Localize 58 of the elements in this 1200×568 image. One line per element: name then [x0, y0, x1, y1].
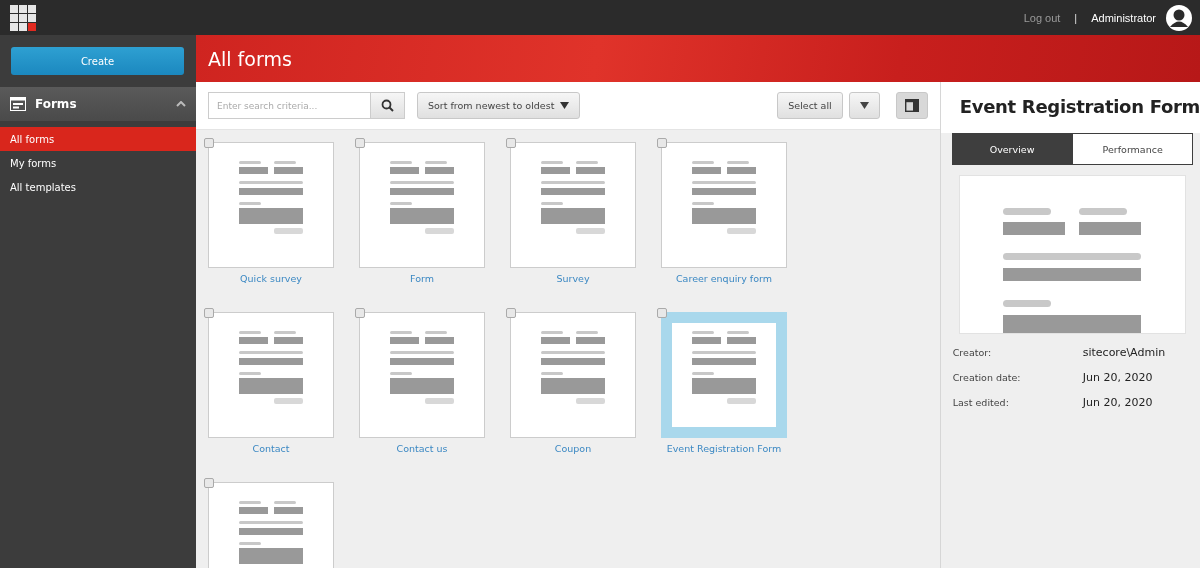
form-name-link[interactable]: Quick survey: [240, 273, 302, 284]
select-all-button[interactable]: Select all: [777, 92, 843, 119]
form-card[interactable]: [359, 142, 485, 268]
checkbox[interactable]: [657, 138, 667, 148]
search-icon: [381, 99, 394, 112]
search-field[interactable]: Enter search criteria...: [208, 92, 370, 119]
checkbox[interactable]: [355, 308, 365, 318]
form-card[interactable]: [208, 142, 334, 268]
checkbox[interactable]: [355, 138, 365, 148]
form-name-link[interactable]: Coupon: [554, 443, 592, 454]
sidebar-item[interactable]: My forms: [0, 151, 196, 175]
checkbox[interactable]: [204, 308, 214, 318]
form-card[interactable]: [208, 312, 334, 438]
checkbox[interactable]: [204, 478, 214, 488]
tab[interactable]: Performance: [1072, 133, 1193, 165]
form-card[interactable]: [661, 312, 787, 438]
search-button[interactable]: [370, 92, 405, 119]
field-label: Creator:: [952, 347, 993, 358]
checkbox[interactable]: [657, 308, 667, 318]
form-card[interactable]: [510, 142, 636, 268]
field-label: Last edited:: [952, 397, 1010, 408]
form-name-link[interactable]: Career enquiry form: [676, 273, 772, 284]
form-name-link[interactable]: Form: [410, 273, 434, 284]
chevron-icon[interactable]: [176, 101, 186, 107]
form-name-link[interactable]: Event Registration Form: [666, 443, 782, 454]
user-name: Administrator: [1091, 11, 1156, 24]
checkbox[interactable]: [506, 138, 516, 148]
form-name-link[interactable]: Survey: [556, 273, 590, 284]
forms-section-header[interactable]: Forms: [0, 87, 196, 121]
field-value: sitecore\Admin: [1082, 346, 1167, 359]
panel-toggle-button[interactable]: [895, 92, 928, 119]
form-icon: [10, 97, 26, 111]
details-title: Event Registration Form: [959, 96, 1200, 117]
checkbox[interactable]: [204, 138, 214, 148]
logout-link[interactable]: Log out: [1023, 11, 1061, 24]
tab[interactable]: Overview: [951, 133, 1073, 165]
caret-icon: [560, 102, 570, 109]
caret-icon: [859, 102, 869, 109]
user-avatar-icon[interactable]: [1166, 4, 1192, 31]
sidebar-item[interactable]: All templates: [0, 175, 196, 199]
checkbox[interactable]: [506, 308, 516, 318]
select-menu-button[interactable]: [848, 92, 880, 119]
form-name-link[interactable]: Contact: [252, 443, 290, 454]
app-grid-logo[interactable]: [10, 4, 36, 31]
create-button[interactable]: Create: [11, 47, 184, 75]
page-title: All forms: [208, 47, 292, 70]
form-card[interactable]: [359, 312, 485, 438]
form-card[interactable]: [510, 312, 636, 438]
field-label: Creation date:: [952, 372, 1022, 383]
panel-layout-icon: [904, 99, 919, 112]
form-name-link[interactable]: Contact us: [396, 443, 448, 454]
sort-dropdown[interactable]: Sort from newest to oldest: [417, 92, 581, 119]
section-title: Forms: [35, 97, 78, 111]
separator: |: [1074, 11, 1078, 24]
sidebar-item[interactable]: All forms: [0, 127, 196, 151]
form-card[interactable]: [661, 142, 787, 268]
field-value: Jun 20, 2020: [1082, 396, 1154, 409]
field-value: Jun 20, 2020: [1082, 371, 1154, 384]
